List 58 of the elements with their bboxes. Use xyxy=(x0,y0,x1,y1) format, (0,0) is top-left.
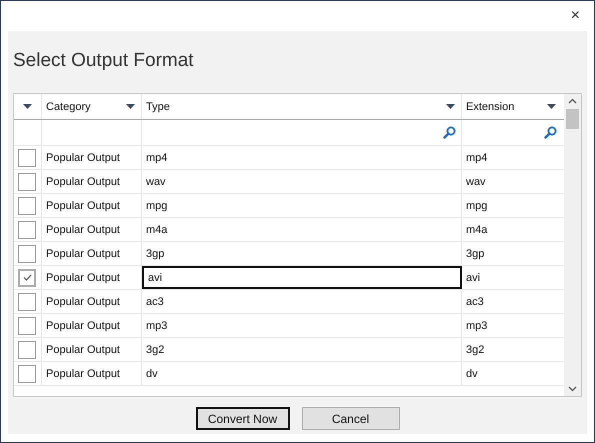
table-cell: ac3 xyxy=(466,296,484,308)
table-cell: Popular Output xyxy=(46,272,120,284)
column-header[interactable]: Type xyxy=(142,94,462,119)
table-cell: m4a xyxy=(142,218,462,241)
table-cell: Popular Output xyxy=(46,224,120,236)
row-checkbox[interactable] xyxy=(18,148,36,166)
table-cell: Popular Output xyxy=(46,320,120,332)
table-cell: mpg xyxy=(142,194,462,217)
table-cell: avi xyxy=(466,272,480,284)
dropdown-icon[interactable] xyxy=(446,104,455,109)
table-cell: dv xyxy=(142,362,462,385)
dialog-button[interactable]: Cancel xyxy=(302,407,400,430)
table-cell: mp4 xyxy=(142,146,462,169)
table-cell: 3gp xyxy=(142,242,462,265)
table-cell: Popular Output xyxy=(46,296,120,308)
table-cell: ac3 xyxy=(142,290,462,313)
row-checkbox[interactable] xyxy=(18,364,36,382)
dialog-button[interactable]: Convert Now xyxy=(196,407,290,430)
column-header[interactable]: Extension xyxy=(462,94,562,119)
dialog-title: Select Output Format xyxy=(13,50,195,73)
table-cell: 3gp xyxy=(466,248,484,260)
dropdown-icon[interactable] xyxy=(126,104,135,109)
table-cell: wav xyxy=(466,176,486,188)
close-button[interactable]: × xyxy=(566,7,584,25)
row-checkbox[interactable] xyxy=(18,244,36,262)
table-cell: mp4 xyxy=(466,152,488,164)
scroll-down-icon[interactable] xyxy=(568,386,577,392)
row-checkbox[interactable] xyxy=(18,220,36,238)
table-cell: Popular Output xyxy=(46,248,120,260)
table-cell: m4a xyxy=(466,224,488,236)
dropdown-icon[interactable] xyxy=(23,104,32,109)
column-header[interactable]: Category xyxy=(42,94,142,119)
row-checkbox[interactable] xyxy=(18,196,36,214)
table-cell: wav xyxy=(142,170,462,193)
row-checkbox[interactable] xyxy=(18,292,36,310)
table-cell: mpg xyxy=(466,200,488,212)
scroll-up-icon[interactable] xyxy=(568,98,577,104)
table-cell: mp3 xyxy=(142,314,462,337)
table-cell: Popular Output xyxy=(46,200,120,212)
search-icon[interactable] xyxy=(443,126,456,139)
table-cell: Popular Output xyxy=(46,344,120,356)
table-cell: 3g2 xyxy=(142,338,462,361)
scroll-thumb[interactable] xyxy=(566,109,579,129)
dropdown-icon[interactable] xyxy=(547,104,556,109)
row-checkbox[interactable] xyxy=(18,340,36,358)
table-cell: 3g2 xyxy=(466,344,484,356)
table-cell: Popular Output xyxy=(46,176,120,188)
table-cell: dv xyxy=(466,368,478,380)
checkmark-icon xyxy=(22,274,32,281)
row-checkbox[interactable] xyxy=(18,268,36,286)
scrollbar[interactable] xyxy=(564,94,581,396)
row-checkbox[interactable] xyxy=(18,316,36,334)
table-cell: mp3 xyxy=(466,320,488,332)
search-icon[interactable] xyxy=(544,126,557,139)
table-cell: Popular Output xyxy=(46,152,120,164)
row-checkbox[interactable] xyxy=(18,172,36,190)
table-cell: avi xyxy=(142,266,462,289)
table-cell: Popular Output xyxy=(46,368,120,380)
